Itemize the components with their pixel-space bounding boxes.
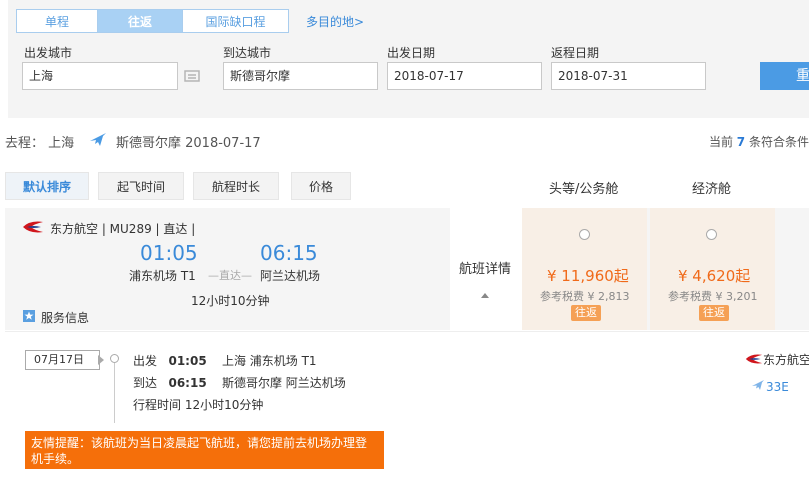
fare-economy-radio[interactable] bbox=[706, 229, 717, 240]
early-departure-notice: 友情提醒：该航班为当日凌晨起飞航班，请您提前去机场办理登机手续。 bbox=[25, 431, 384, 469]
to-city-input[interactable]: 斯德哥尔摩 bbox=[223, 62, 378, 90]
detail-departure-place: 上海 浦东机场 T1 bbox=[221, 354, 317, 368]
result-count: 当前 7 条符合条件 bbox=[709, 133, 809, 150]
flight-airline-number-type: 东方航空 | MU289 | 直达 | bbox=[50, 222, 196, 236]
fare-business-radio[interactable] bbox=[579, 229, 590, 240]
detail-departure-label: 出发 bbox=[133, 354, 158, 368]
from-city-label: 出发城市 bbox=[24, 46, 73, 60]
detail-arrival-label: 到达 bbox=[133, 376, 158, 390]
timeline-dot bbox=[110, 354, 119, 363]
departure-time: 01:05 bbox=[140, 241, 198, 265]
sort-duration-button[interactable]: 航程时长 bbox=[193, 172, 279, 200]
detail-date-tag: 07月17日 bbox=[25, 350, 100, 370]
result-count-suffix: 条符合条件 bbox=[748, 135, 809, 149]
flight-detail-section bbox=[5, 331, 809, 494]
aircraft-type[interactable]: 33E bbox=[766, 380, 789, 394]
cabin-header-economy: 经济舱 bbox=[692, 182, 732, 197]
tab-round-trip[interactable]: 往返 bbox=[97, 9, 183, 33]
date-tag-pointer bbox=[98, 355, 104, 365]
china-eastern-logo-icon bbox=[23, 221, 43, 233]
fare-economy-tax: 参考税费 ¥ 3,201 bbox=[668, 290, 758, 303]
multi-city-link[interactable]: 多目的地> bbox=[306, 13, 364, 30]
from-city-input[interactable]: 上海 bbox=[22, 62, 178, 90]
swap-icon[interactable] bbox=[183, 68, 201, 84]
fare-economy-round-trip-badge: 往返 bbox=[699, 305, 729, 321]
fare-economy-price: ¥ 4,620起 bbox=[678, 267, 751, 285]
detail-airline-name: 东方航空 bbox=[763, 353, 809, 367]
search-button[interactable]: 重 bbox=[760, 62, 809, 90]
arrival-time: 06:15 bbox=[260, 241, 318, 265]
service-info-link[interactable]: 服务信息 bbox=[41, 309, 89, 326]
detail-departure-time: 01:05 bbox=[168, 354, 207, 368]
fare-business-round-trip-badge: 往返 bbox=[571, 305, 601, 321]
caret-up-icon bbox=[481, 293, 489, 298]
sort-departure-time-button[interactable]: 起飞时间 bbox=[98, 172, 184, 200]
direct-indicator: —直达— bbox=[208, 269, 252, 282]
to-city-label: 到达城市 bbox=[223, 46, 272, 60]
detail-arrival-row: 到达 06:15 斯德哥尔摩 阿兰达机场 bbox=[133, 374, 346, 391]
flight-details-label: 航班详情 bbox=[459, 262, 512, 277]
detail-arrival-time: 06:15 bbox=[168, 376, 207, 390]
fare-business-tax: 参考税费 ¥ 2,813 bbox=[540, 290, 630, 303]
depart-date-label: 出发日期 bbox=[387, 46, 436, 60]
service-star-icon bbox=[23, 310, 35, 322]
fare-business-price: ¥ 11,960起 bbox=[547, 267, 629, 285]
depart-date-input[interactable]: 2018-07-17 bbox=[387, 62, 542, 90]
detail-duration: 行程时间 12小时10分钟 bbox=[133, 398, 264, 412]
return-date-label: 返程日期 bbox=[551, 46, 600, 60]
flight-duration: 12小时10分钟 bbox=[191, 294, 270, 308]
aircraft-icon bbox=[752, 380, 764, 390]
detail-departure-row: 出发 01:05 上海 浦东机场 T1 bbox=[133, 352, 317, 369]
result-count-prefix: 当前 bbox=[708, 135, 733, 149]
segment-label: 去程： 上海 bbox=[5, 136, 75, 151]
plane-icon bbox=[90, 133, 106, 146]
result-count-number: 7 bbox=[736, 135, 746, 149]
return-date-input[interactable]: 2018-07-31 bbox=[551, 62, 706, 90]
tab-one-way[interactable]: 单程 bbox=[16, 9, 98, 33]
arrival-airport: 阿兰达机场 bbox=[260, 269, 321, 283]
segment-destination: 斯德哥尔摩 2018-07-17 bbox=[116, 136, 261, 151]
detail-arrival-place: 斯德哥尔摩 阿兰达机场 bbox=[221, 376, 346, 390]
sort-price-button[interactable]: 价格 bbox=[291, 172, 351, 200]
tab-international-open-jaw[interactable]: 国际缺口程 bbox=[182, 9, 289, 33]
departure-airport: 浦东机场 T1 bbox=[129, 269, 196, 283]
timeline-line bbox=[114, 363, 115, 423]
cabin-header-business: 头等/公务舱 bbox=[549, 182, 619, 197]
sort-default-button[interactable]: 默认排序 bbox=[5, 172, 89, 200]
china-eastern-logo-icon bbox=[745, 354, 763, 364]
